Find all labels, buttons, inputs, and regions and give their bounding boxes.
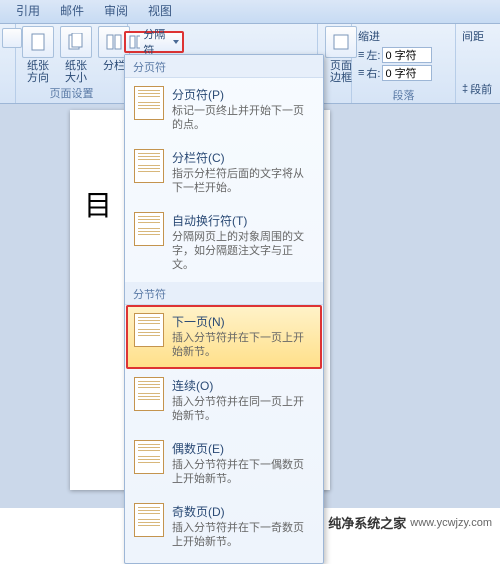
- even-page-icon: [134, 440, 164, 474]
- indent-left-input[interactable]: [382, 47, 432, 63]
- menu-header-sectionbreaks: 分节符: [125, 282, 323, 305]
- paper-size-button[interactable]: 纸张大小: [60, 26, 92, 84]
- menu-item-even-page[interactable]: 偶数页(E)插入分节符并在下一偶数页上开始新节。: [127, 433, 321, 495]
- breaks-icon: [129, 35, 140, 49]
- tab-review[interactable]: 审阅: [94, 0, 138, 23]
- document-heading: 目: [84, 184, 114, 224]
- indent-right-row: ≡ 右:: [358, 65, 449, 81]
- tab-mail[interactable]: 邮件: [50, 0, 94, 23]
- menu-item-odd-page[interactable]: 奇数页(D)插入分节符并在下一奇数页上开始新节。: [127, 496, 321, 558]
- breaks-menu: 分页符 分页符(P)标记一页终止并开始下一页的点。 分栏符(C)指示分栏符后面的…: [124, 54, 324, 564]
- spacing-before-icon: ‡: [462, 83, 468, 95]
- indent-left-icon: ≡: [358, 49, 364, 61]
- menu-header-pagebreaks: 分页符: [125, 55, 323, 78]
- spacing-group-label: 间距: [462, 28, 490, 44]
- breaks-dropdown-button[interactable]: 分隔符: [124, 31, 184, 53]
- chevron-down-icon: [173, 40, 179, 44]
- menu-item-page-break[interactable]: 分页符(P)标记一页终止并开始下一页的点。: [127, 79, 321, 141]
- indent-group-label: 缩进: [358, 28, 449, 44]
- odd-page-icon: [134, 503, 164, 537]
- page-break-icon: [134, 86, 164, 120]
- column-break-icon: [134, 149, 164, 183]
- ribbon-tabs: 引用 邮件 审阅 视图: [0, 0, 500, 24]
- paragraph-group-label: 段落: [358, 87, 449, 105]
- tab-quote[interactable]: 引用: [6, 0, 50, 23]
- indent-right-icon: ≡: [358, 67, 364, 79]
- indent-right-input[interactable]: [382, 65, 432, 81]
- menu-item-column-break[interactable]: 分栏符(C)指示分栏符后面的文字将从下一栏开始。: [127, 142, 321, 204]
- menu-item-continuous[interactable]: 连续(O)插入分节符并在同一页上开始新节。: [127, 370, 321, 432]
- spacing-before-label: 段前: [470, 81, 492, 97]
- indent-left-row: ≡ 左:: [358, 47, 449, 63]
- tab-view[interactable]: 视图: [138, 0, 182, 23]
- page-setup-group-label: 页面设置: [22, 85, 121, 103]
- watermark: 纯净系统之家 www.ycwjzy.com: [304, 513, 492, 532]
- menu-item-text-wrap[interactable]: 自动换行符(T)分隔网页上的对象周围的文字，如分隔题注文字与正文。: [127, 205, 321, 281]
- orientation-button[interactable]: 纸张方向: [22, 26, 54, 84]
- text-wrap-icon: [134, 212, 164, 246]
- next-page-icon: [134, 313, 164, 347]
- continuous-icon: [134, 377, 164, 411]
- menu-item-next-page[interactable]: 下一页(N)插入分节符并在下一页上开始新节。: [126, 305, 322, 369]
